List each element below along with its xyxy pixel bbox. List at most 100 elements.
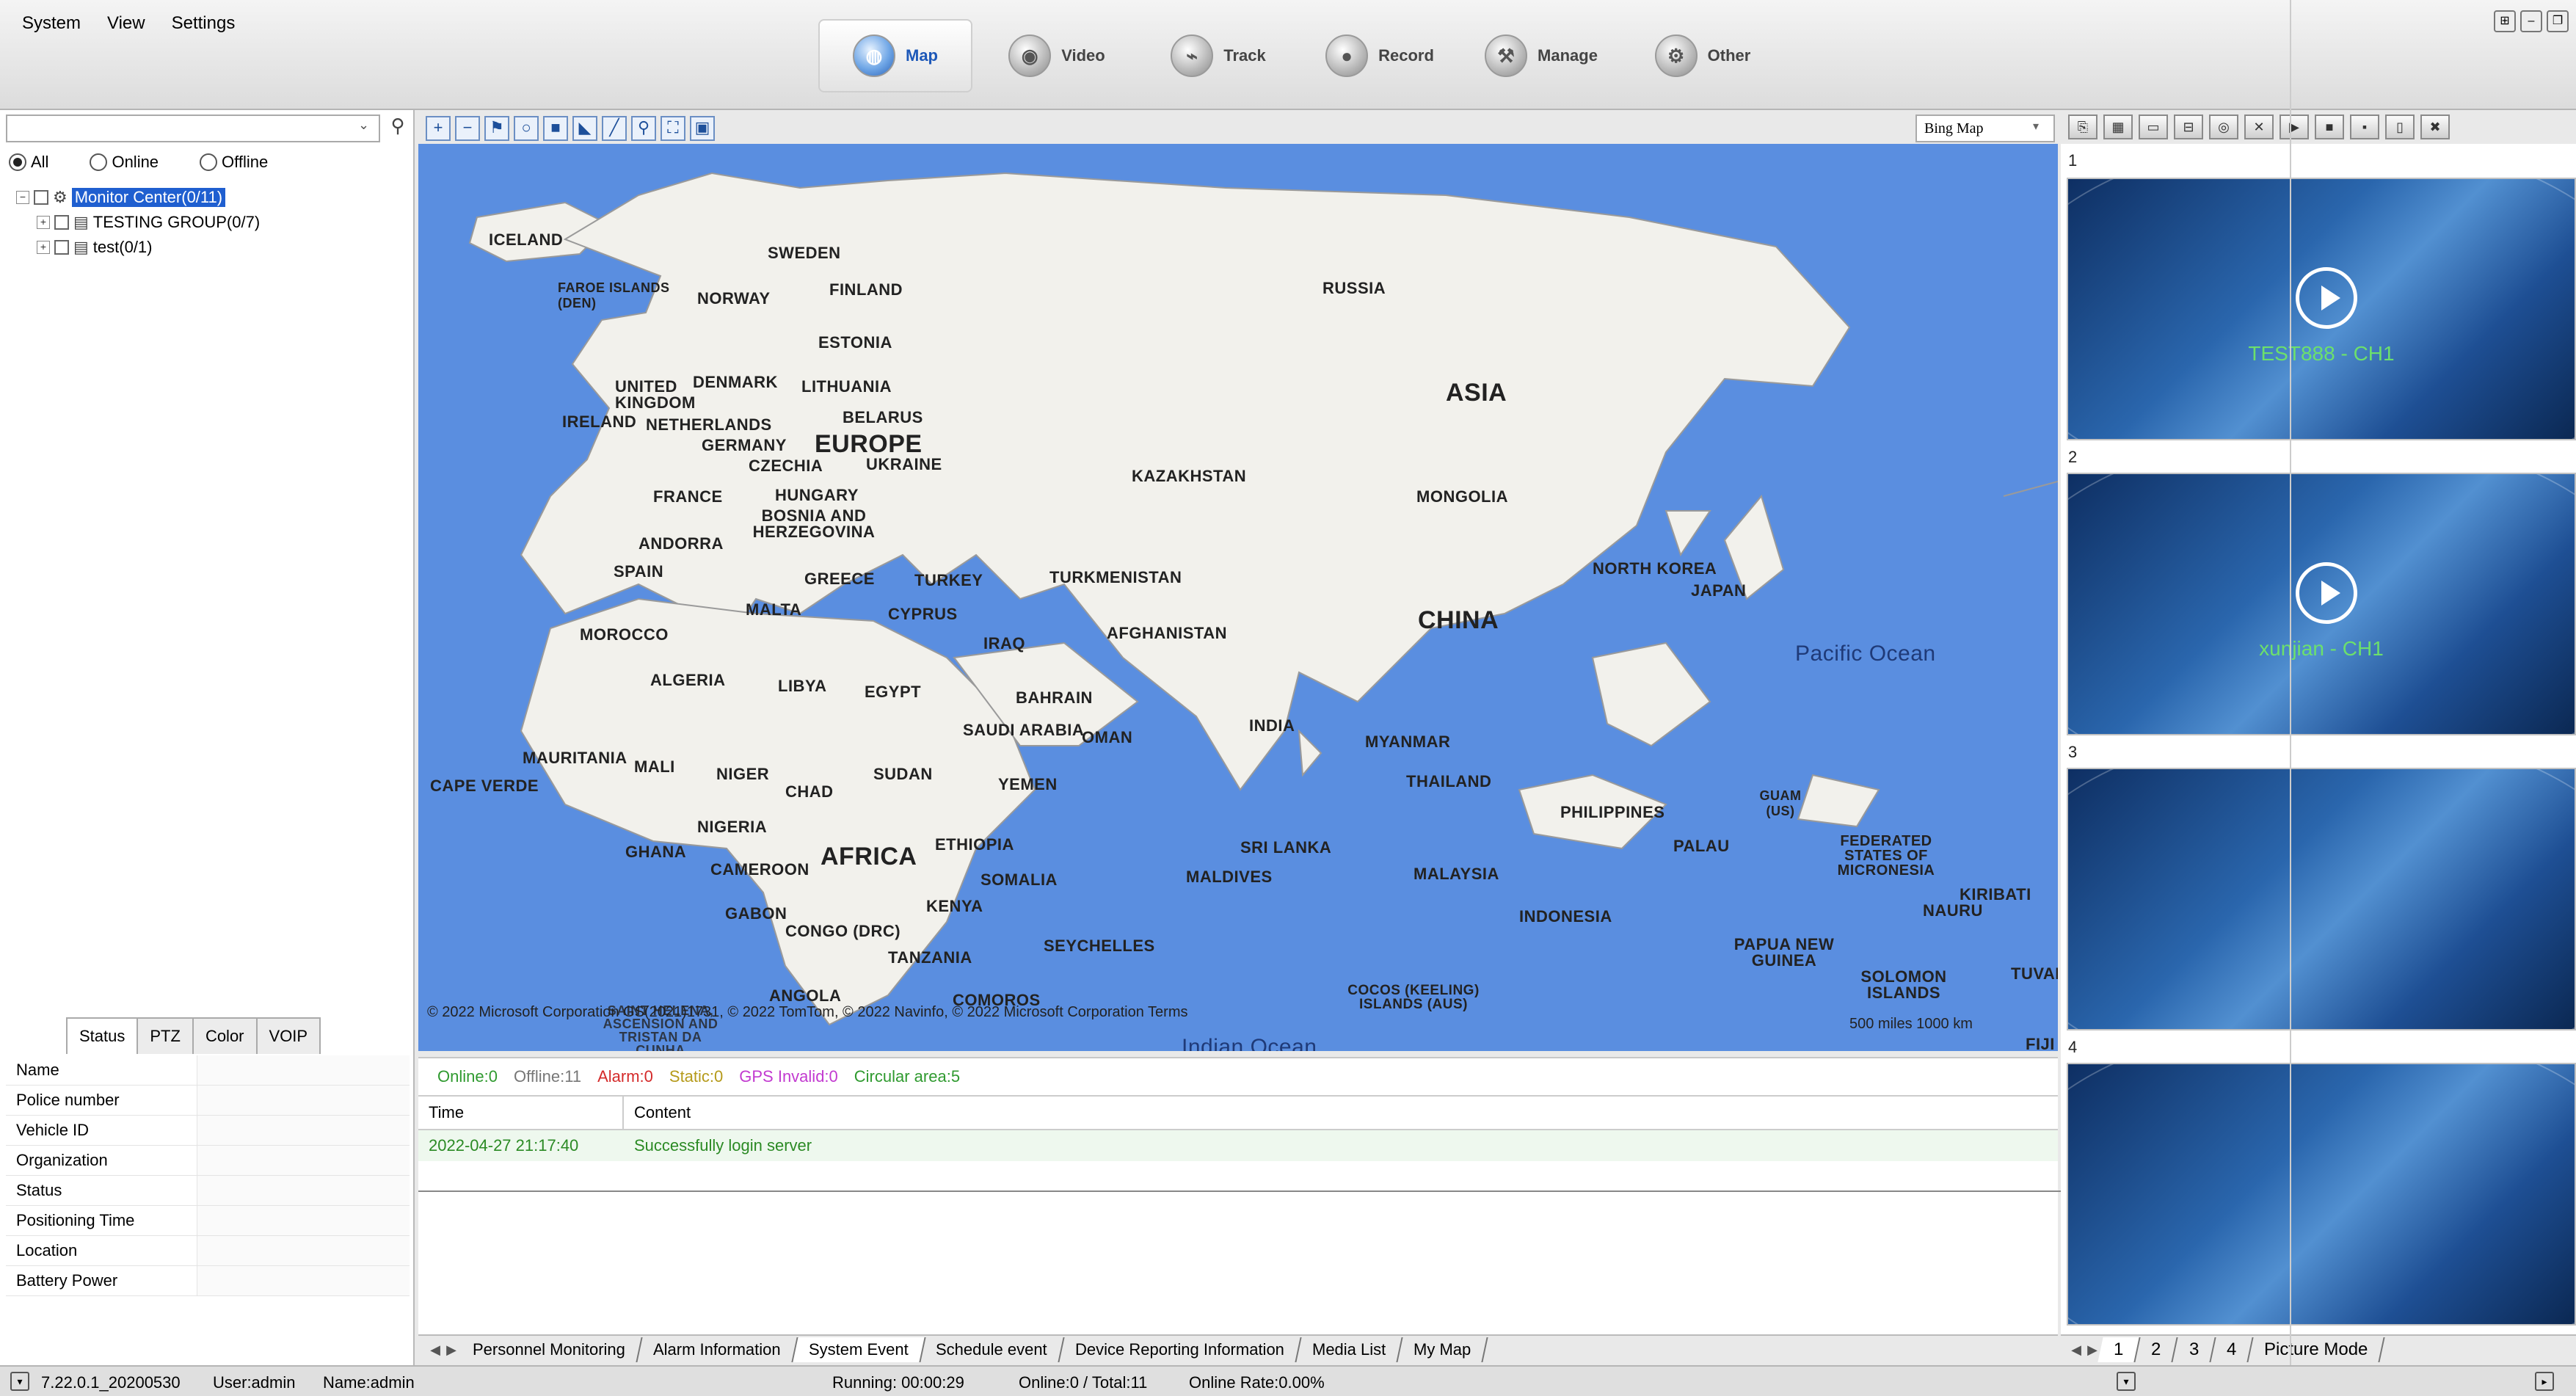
tree-node-test[interactable]: + ▤ test(0/1)	[16, 235, 260, 260]
dropdown-icon[interactable]: ▾	[2117, 1372, 2136, 1391]
tab-picture-mode[interactable]: Picture Mode	[2248, 1337, 2386, 1362]
expand-icon[interactable]: +	[37, 241, 50, 254]
tab-my-map[interactable]: My Map	[1397, 1337, 1488, 1362]
save-icon[interactable]: ▣	[690, 116, 715, 141]
magnifier-icon[interactable]: ⚲	[631, 116, 656, 141]
video-cell[interactable]: TEST888 - CH1	[2067, 178, 2576, 440]
column-content[interactable]: Content	[624, 1097, 2058, 1129]
radio-offline[interactable]	[200, 153, 218, 171]
chevron-down-icon[interactable]: ⌄	[358, 117, 369, 133]
arrow-right-icon[interactable]: ▶	[2084, 1342, 2100, 1358]
filter-online[interactable]: Online	[90, 153, 159, 172]
filter-all[interactable]: All	[9, 153, 48, 172]
zoom-in-icon[interactable]: +	[426, 116, 451, 141]
map-label: PALAU	[1673, 837, 1730, 855]
tab-page-2[interactable]: 2	[2135, 1337, 2179, 1362]
property-tabs: Status PTZ Color VOIP	[66, 1017, 321, 1054]
tab-system-event[interactable]: System Event	[792, 1337, 925, 1362]
play-icon[interactable]: ▶	[2280, 114, 2309, 139]
fullscreen-icon[interactable]: ⛶	[661, 116, 685, 141]
gear-icon: ⚙	[1654, 34, 1698, 77]
map-label: ESTONIA	[818, 333, 892, 352]
nav-tab-video[interactable]: ◉ Video	[980, 19, 1134, 92]
tree-node-testing-group[interactable]: + ▤ TESTING GROUP(0/7)	[16, 210, 260, 235]
device-search-input[interactable]	[6, 114, 380, 142]
line-icon[interactable]: ╱	[602, 116, 627, 141]
split-icon[interactable]: ⊟	[2174, 114, 2203, 139]
top-toolbar: System View Settings ◍ Map ◉ Video ⌁ Track …	[0, 0, 2576, 110]
tab-page-1[interactable]: 1	[2097, 1337, 2141, 1362]
nav-tab-track[interactable]: ⌁ Track	[1141, 19, 1295, 92]
dropdown-icon[interactable]: ▾	[10, 1372, 29, 1391]
tab-schedule-event[interactable]: Schedule event	[920, 1337, 1065, 1362]
restore-icon[interactable]: ❐	[2547, 10, 2569, 32]
play-icon[interactable]	[2296, 267, 2357, 329]
snapshot-icon[interactable]: ⎘	[2068, 114, 2097, 139]
tab-media-list[interactable]: Media List	[1296, 1337, 1403, 1362]
radio-online[interactable]	[90, 153, 108, 171]
nav-tab-map[interactable]: ◍ Map	[818, 19, 972, 92]
arrow-left-icon[interactable]: ◀	[427, 1342, 443, 1358]
menu-bar: System View Settings	[22, 13, 235, 34]
zoom-out-icon[interactable]: −	[455, 116, 480, 141]
tab-device-reporting-information[interactable]: Device Reporting Information	[1059, 1337, 1302, 1362]
table-row[interactable]: 2022-04-27 21:17:40 Successfully login s…	[418, 1130, 2058, 1161]
nav-tab-manage[interactable]: ⚒ Manage	[1464, 19, 1618, 92]
tab-voip[interactable]: VOIP	[255, 1017, 321, 1054]
menu-view[interactable]: View	[107, 13, 145, 34]
tab-ptz[interactable]: PTZ	[137, 1017, 194, 1054]
polygon-icon[interactable]: ◣	[572, 116, 597, 141]
video-cell[interactable]	[2067, 768, 2576, 1030]
offline-count: Offline:11	[513, 1067, 582, 1086]
flag-icon[interactable]: ⚑	[484, 116, 509, 141]
video-cell[interactable]	[2067, 1063, 2576, 1326]
tab-status[interactable]: Status	[66, 1017, 139, 1054]
tab-page-4[interactable]: 4	[2211, 1337, 2255, 1362]
chevron-down-icon[interactable]: ▾	[2033, 119, 2039, 134]
mute-icon[interactable]: ✕	[2244, 114, 2274, 139]
map-label: TURKEY	[914, 571, 983, 589]
tree-checkbox[interactable]	[34, 190, 48, 205]
collapse-icon[interactable]: −	[16, 191, 29, 204]
trash-icon[interactable]: ✖	[2420, 114, 2450, 139]
tab-page-3[interactable]: 3	[2173, 1337, 2216, 1362]
video-cell-number: 1	[2068, 151, 2078, 170]
rectangle-icon[interactable]: ■	[543, 116, 568, 141]
grid-icon[interactable]: ▦	[2103, 114, 2133, 139]
save-icon[interactable]: ▪	[2350, 114, 2379, 139]
tree-node-monitor-center[interactable]: − ⚙ Monitor Center(0/11)	[16, 185, 260, 210]
menu-system[interactable]: System	[22, 13, 81, 34]
record-icon: ●	[1325, 34, 1369, 77]
panel-toggle-icon[interactable]: ▸	[2535, 1372, 2554, 1391]
file-icon[interactable]: ▯	[2385, 114, 2415, 139]
map-view[interactable]: ICELAND SWEDEN FINLAND RUSSIA FAROE ISLA…	[418, 144, 2058, 1051]
video-toolbar: ⎘ ▦ ▭ ⊟ ◎ ✕ ▶ ■ ▪ ▯ ✖	[2061, 110, 2576, 144]
expand-icon[interactable]: +	[37, 216, 50, 229]
minimize-icon[interactable]: –	[2520, 10, 2542, 32]
arrow-right-icon[interactable]: ▶	[443, 1342, 459, 1358]
tab-color[interactable]: Color	[192, 1017, 258, 1054]
column-time[interactable]: Time	[418, 1097, 624, 1129]
circle-icon[interactable]: ○	[514, 116, 539, 141]
tab-alarm-information[interactable]: Alarm Information	[637, 1337, 798, 1362]
video-cell[interactable]: xunjian - CH1	[2067, 473, 2576, 735]
search-icon[interactable]: ⚲	[385, 114, 411, 141]
map-label: INDONESIA	[1519, 907, 1612, 926]
map-label: NIGER	[716, 765, 770, 783]
stop-icon[interactable]: ■	[2315, 114, 2344, 139]
tree-checkbox[interactable]	[54, 240, 69, 255]
radio-all[interactable]	[9, 153, 26, 171]
map-label: LITHUANIA	[801, 377, 892, 396]
map-label: CAMEROON	[710, 860, 809, 879]
menu-settings[interactable]: Settings	[172, 13, 236, 34]
camera-icon[interactable]: ◎	[2209, 114, 2238, 139]
filter-offline[interactable]: Offline	[200, 153, 268, 172]
nav-tab-record[interactable]: ● Record	[1303, 19, 1457, 92]
layout-icon[interactable]: ⊞	[2494, 10, 2516, 32]
tree-checkbox[interactable]	[54, 215, 69, 230]
tab-personnel-monitoring[interactable]: Personnel Monitoring	[456, 1337, 643, 1362]
play-icon[interactable]	[2296, 562, 2357, 624]
window-icon[interactable]: ▭	[2139, 114, 2168, 139]
arrow-left-icon[interactable]: ◀	[2068, 1342, 2084, 1358]
nav-tab-other[interactable]: ⚙ Other	[1626, 19, 1780, 92]
